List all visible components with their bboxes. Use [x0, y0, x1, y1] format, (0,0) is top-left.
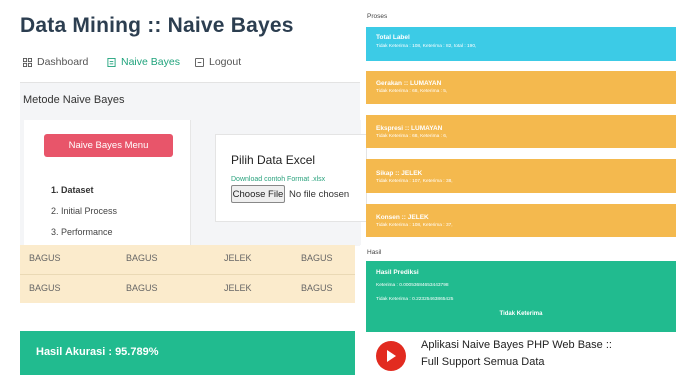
- gerakan-card: Gerakan :: LUMAYAN Tidak Keterima : 68, …: [366, 71, 676, 104]
- table-cell: BAGUS: [126, 283, 158, 293]
- file-status: No file chosen: [289, 189, 350, 200]
- table-cell: BAGUS: [301, 283, 333, 293]
- table-row: BAGUS BAGUS JELEK BAGUS: [20, 245, 355, 274]
- naive-bayes-menu-button[interactable]: Naive Bayes Menu: [44, 134, 173, 157]
- nav-naive-bayes[interactable]: Naive Bayes: [107, 56, 180, 68]
- nav-label: Logout: [209, 56, 242, 68]
- card-detail: Tidak Keterima : 107, Keterima : 38,: [376, 179, 453, 184]
- hasil-label: Hasil: [367, 249, 382, 256]
- nav-label: Naive Bayes: [121, 56, 180, 68]
- konsen-card: Konsen :: JELEK Tidak Keterima : 108, Ke…: [366, 204, 676, 237]
- tidak-keterima-value: Tidak Keterima : 0.22325463865425: [376, 297, 454, 302]
- excel-title: Pilih Data Excel: [231, 153, 316, 167]
- card-detail: Tidak Keterima : 68, Keterima : 5,: [376, 89, 448, 94]
- nav-label: Dashboard: [37, 56, 89, 68]
- document-icon: [107, 57, 116, 67]
- step-dataset[interactable]: 1. Dataset: [51, 185, 94, 195]
- accuracy-text: Hasil Akurasi : 95.789%: [36, 346, 159, 358]
- sikap-card: Sikap :: JELEK Tidak Keterima : 107, Ket…: [366, 159, 676, 193]
- nav-dashboard[interactable]: Dashboard: [23, 56, 88, 68]
- download-format-link[interactable]: Download contoh Format .xlsx: [231, 176, 325, 183]
- card-title: Gerakan :: LUMAYAN: [376, 80, 442, 87]
- card-title: Ekspresi :: LUMAYAN: [376, 125, 443, 132]
- hasil-prediksi-card: Hasil Prediksi Keterima : 0.000536846534…: [366, 261, 676, 332]
- play-icon: [387, 350, 396, 362]
- card-title: Konsen :: JELEK: [376, 214, 429, 221]
- table-cell: JELEK: [224, 253, 252, 263]
- table-cell: BAGUS: [301, 253, 333, 263]
- keterima-value: Keterima : 0.00053684653443798: [376, 283, 449, 288]
- page-title: Data Mining :: Naive Bayes: [20, 14, 294, 37]
- card-title: Sikap :: JELEK: [376, 170, 423, 177]
- table-divider: [20, 274, 355, 275]
- table-cell: BAGUS: [29, 253, 61, 263]
- step-performance[interactable]: 3. Performance: [51, 227, 113, 237]
- card-detail: Tidak Keterima : 108, Keterima : 82, tot…: [376, 44, 477, 49]
- promo-line-1: Aplikasi Naive Bayes PHP Web Base ::: [421, 339, 612, 351]
- card-title: Total Label: [376, 34, 410, 41]
- choose-file-button[interactable]: Choose File: [231, 185, 285, 203]
- logout-icon: [195, 57, 204, 67]
- table-cell: BAGUS: [29, 283, 61, 293]
- panel-title: Metode Naive Bayes: [23, 94, 125, 106]
- grid-icon: [23, 57, 32, 67]
- card-detail: Tidak Keterima : 108, Keterima : 37,: [376, 223, 453, 228]
- step-initial-process[interactable]: 2. Initial Process: [51, 206, 117, 216]
- total-label-card: Total Label Tidak Keterima : 108, Keteri…: [366, 27, 676, 61]
- table-row: BAGUS BAGUS JELEK BAGUS: [20, 275, 355, 304]
- prediction-result: Tidak Keterima: [499, 311, 543, 317]
- nav-logout[interactable]: Logout: [195, 56, 241, 68]
- card-title: Hasil Prediksi: [376, 269, 419, 276]
- ekspresi-card: Ekspresi :: LUMAYAN Tidak Keterima : 68,…: [366, 115, 676, 148]
- card-detail: Tidak Keterima : 68, Keterima : 6,: [376, 134, 448, 139]
- table-cell: BAGUS: [126, 253, 158, 263]
- promo-line-2: Full Support Semua Data: [421, 356, 545, 368]
- table-cell: JELEK: [224, 283, 252, 293]
- proses-label: Proses: [367, 13, 388, 20]
